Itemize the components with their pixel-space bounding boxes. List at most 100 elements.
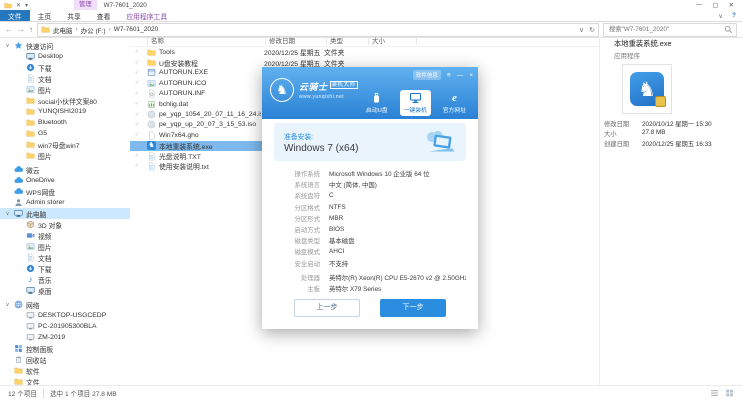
details-row: 修改日期 2020/10/12 星期一 15:30 xyxy=(604,119,740,129)
monitor-icon xyxy=(26,52,35,61)
qat-close-icon[interactable]: ✕ xyxy=(16,2,21,9)
details-value: 2020/12/25 星期五 16:33 xyxy=(642,141,712,148)
file-name: ♞ 本地重装系统.exe xyxy=(147,141,213,151)
menu-icon[interactable]: ≡ xyxy=(447,72,451,79)
sidebar-item-label: 文档 xyxy=(38,76,52,84)
ribbon-tab[interactable]: 共享 xyxy=(59,10,89,21)
file-row[interactable]: ✓ Tools2020/12/25 星期五 1...文件夹 xyxy=(130,47,460,58)
sidebar-item[interactable]: social小伙伴文案80 xyxy=(0,95,130,106)
breadcrumb-segment[interactable]: 办公 (F:) xyxy=(81,25,106,35)
help-icon[interactable]: ? xyxy=(732,12,736,19)
sidebar-item[interactable]: ∨ 快速访问 xyxy=(0,40,130,51)
qat-customize-icon[interactable]: ▾ xyxy=(25,2,28,9)
sidebar-item[interactable]: ZM-2019 xyxy=(0,332,130,343)
installer-dialog: ♞ 云骑士 装机大师 www.yunqishi.net 软件信息 ≡ — × 启动… xyxy=(262,67,478,329)
sidebar-item[interactable]: ♪ 音乐 xyxy=(0,274,130,285)
breadcrumb-separator: › xyxy=(108,26,111,33)
sidebar-item[interactable]: 视频 xyxy=(0,230,130,241)
chevron-down-icon[interactable]: ∨ xyxy=(4,211,11,217)
sidebar-item[interactable]: 下载 xyxy=(0,62,130,73)
sidebar-item[interactable]: Bluetooth xyxy=(0,117,130,128)
status-column-header xyxy=(130,38,148,45)
sidebar-item[interactable]: 文档 xyxy=(0,73,130,84)
sidebar-item[interactable]: DESKTOP-USGCEDP xyxy=(0,310,130,321)
sidebar-item[interactable]: 微云 xyxy=(0,164,130,175)
next-step-button[interactable]: 下一步 xyxy=(380,299,446,318)
previous-step-button[interactable]: 上一步 xyxy=(294,299,360,318)
minimize-button[interactable]: — xyxy=(696,1,703,9)
forward-icon[interactable]: → xyxy=(17,25,25,34)
star-icon xyxy=(14,41,23,50)
software-info-button[interactable]: 软件信息 xyxy=(412,70,441,80)
maximize-button[interactable]: ▢ xyxy=(712,1,718,9)
details-filetype: 应用程序 xyxy=(614,53,640,60)
address-dropdown-icon[interactable]: ∨ xyxy=(579,26,584,34)
status-mark-icon: ✓ xyxy=(134,80,140,87)
sidebar-item[interactable]: OneDrive xyxy=(0,175,130,186)
dialog-nav-label: 官方网址 xyxy=(442,108,466,114)
ribbon-tab[interactable]: 应用程序工具 xyxy=(118,10,175,21)
address-box[interactable]: 此电脑 › 办公 (F:) › W7-7601_2020 ∨ ↻ xyxy=(37,22,599,37)
folder-icon xyxy=(147,48,156,57)
chevron-down-icon[interactable]: ∨ xyxy=(4,43,11,49)
column-header[interactable]: 名称 xyxy=(148,38,266,45)
dialog-nav-item[interactable]: 启动U盘 xyxy=(362,90,392,116)
dialog-minimize-icon[interactable]: — xyxy=(457,72,464,79)
sidebar-item[interactable]: YUNQISHI2019 xyxy=(0,106,130,117)
spec-label: 主板 xyxy=(307,285,320,293)
refresh-icon[interactable]: ↻ xyxy=(589,26,595,34)
sidebar-item[interactable]: PC-201905300BLA xyxy=(0,321,130,332)
sidebar-item[interactable]: 图片 xyxy=(0,84,130,95)
column-header[interactable]: 大小 xyxy=(369,38,417,45)
spec-row: 磁盘模式 AHCI xyxy=(274,246,466,257)
sidebar-item[interactable]: Desktop xyxy=(0,51,130,62)
close-button[interactable]: ✕ xyxy=(729,1,734,9)
globe-icon xyxy=(14,300,23,309)
up-icon[interactable]: ↑ xyxy=(29,25,33,34)
breadcrumb-segment[interactable]: W7-7601_2020 xyxy=(114,26,158,33)
column-header[interactable]: 类型 xyxy=(327,38,369,45)
sidebar-item[interactable]: G5 xyxy=(0,128,130,139)
sidebar-item[interactable]: WPS网盘 xyxy=(0,186,130,197)
sidebar-item[interactable]: ∨ 此电脑 xyxy=(0,208,130,219)
context-tab-label[interactable]: 管理 xyxy=(74,0,97,10)
ribbon-expand-icon[interactable]: ∨ xyxy=(718,12,723,20)
sidebar-item[interactable]: 桌面 xyxy=(0,285,130,296)
sidebar-item[interactable]: 回收站 xyxy=(0,354,130,365)
sidebar-item[interactable]: 软件 xyxy=(0,365,130,376)
pc-icon xyxy=(26,322,35,331)
breadcrumb-segment[interactable]: 此电脑 xyxy=(53,25,73,35)
explorer-folder-icon[interactable] xyxy=(4,1,12,9)
sidebar-item[interactable]: 控制面板 xyxy=(0,343,130,354)
sidebar-item[interactable]: win7母盘win7 xyxy=(0,139,130,150)
chevron-down-icon[interactable]: ∨ xyxy=(4,302,11,308)
ribbon-tab[interactable]: 文件 xyxy=(0,10,30,21)
sidebar-item-label: YUNQISHI2019 xyxy=(38,108,86,115)
column-header[interactable]: 修改日期 xyxy=(266,38,327,45)
sidebar-item[interactable]: ∨ 网络 xyxy=(0,299,130,310)
status-mark-icon: ✓ xyxy=(134,69,140,76)
spec-row: 分区格式 NTFS xyxy=(274,202,466,213)
sidebar-item[interactable]: 3D 对象 xyxy=(0,219,130,230)
dialog-nav-item[interactable]: e 官方网址 xyxy=(439,90,470,116)
dialog-close-icon[interactable]: × xyxy=(469,72,473,79)
sidebar-item-label: OneDrive xyxy=(26,177,55,184)
folder-icon xyxy=(26,129,35,138)
thumbnail-view-icon[interactable] xyxy=(725,389,734,398)
sidebar-item[interactable]: 图片 xyxy=(0,150,130,161)
trash-icon xyxy=(14,355,23,364)
sidebar-item[interactable]: 图片 xyxy=(0,241,130,252)
ribbon-tab[interactable]: 查看 xyxy=(89,10,119,21)
sidebar-item-label: ZM-2019 xyxy=(38,334,66,341)
search-icon[interactable] xyxy=(724,25,733,34)
disc-icon xyxy=(147,110,156,119)
back-icon[interactable]: ← xyxy=(5,25,13,34)
sidebar-item[interactable]: Admin storer xyxy=(0,197,130,208)
ribbon-tab[interactable]: 主页 xyxy=(30,10,60,21)
folder-icon xyxy=(14,366,23,375)
sidebar-item[interactable]: 下载 xyxy=(0,263,130,274)
search-input[interactable] xyxy=(607,25,724,34)
dialog-nav-active[interactable]: 一键装机 xyxy=(399,90,431,116)
sidebar-item[interactable]: 文档 xyxy=(0,252,130,263)
details-view-icon[interactable] xyxy=(710,389,719,398)
